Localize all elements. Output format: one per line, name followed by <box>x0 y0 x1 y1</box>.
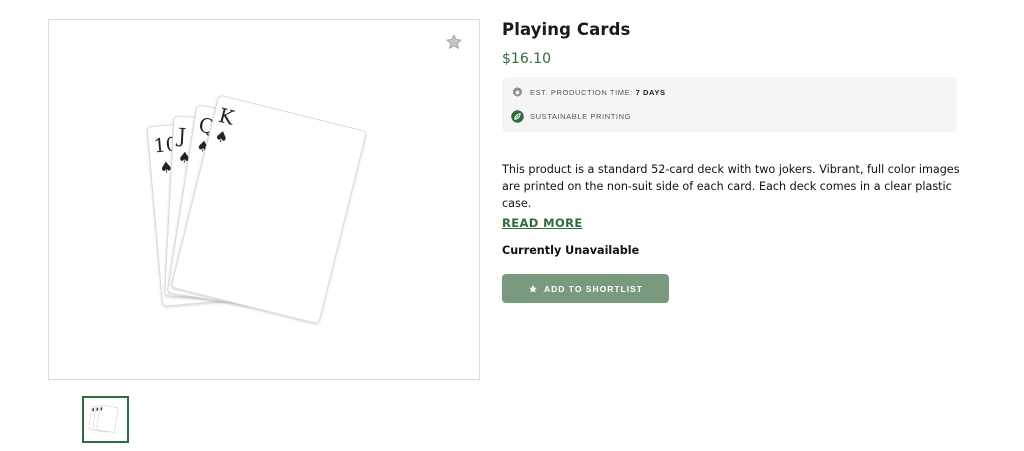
star-icon <box>529 284 537 293</box>
product-description: This product is a standard 52-card deck … <box>502 163 960 210</box>
leaf-icon <box>511 110 524 123</box>
production-time-label: EST. PRODUCTION TIME: <box>530 88 633 97</box>
read-more-link[interactable]: READ MORE <box>502 216 583 230</box>
product-details: Playing Cards $16.10 EST. PRODUCTION TIM… <box>502 20 962 303</box>
product-image-panel: 10 ♠ J ♠ Q ♠ K ♠ <box>48 19 480 380</box>
add-to-shortlist-label: ADD TO SHORTLIST <box>544 283 643 294</box>
production-time-value: 7 DAYS <box>635 88 666 97</box>
sustainable-row: SUSTAINABLE PRINTING <box>511 109 948 124</box>
availability-status: Currently Unavailable <box>502 244 640 257</box>
product-price: $16.10 <box>502 51 551 67</box>
production-info-box: EST. PRODUCTION TIME: 7 DAYS SUSTAINABLE… <box>502 77 957 132</box>
production-time-row: EST. PRODUCTION TIME: 7 DAYS <box>511 85 948 100</box>
star-icon <box>446 33 462 50</box>
thumbnail-image[interactable] <box>82 396 129 443</box>
sustainable-printing-label: SUSTAINABLE PRINTING <box>530 112 632 121</box>
product-image: 10 ♠ J ♠ Q ♠ K ♠ <box>146 95 367 324</box>
add-to-shortlist-button[interactable]: ADD TO SHORTLIST <box>502 274 669 303</box>
favorite-button[interactable] <box>444 32 464 52</box>
product-title: Playing Cards <box>502 20 631 39</box>
gear-icon <box>511 86 524 99</box>
production-time-text: EST. PRODUCTION TIME: 7 DAYS <box>530 88 666 97</box>
thumbnail-cards-icon <box>88 405 119 433</box>
